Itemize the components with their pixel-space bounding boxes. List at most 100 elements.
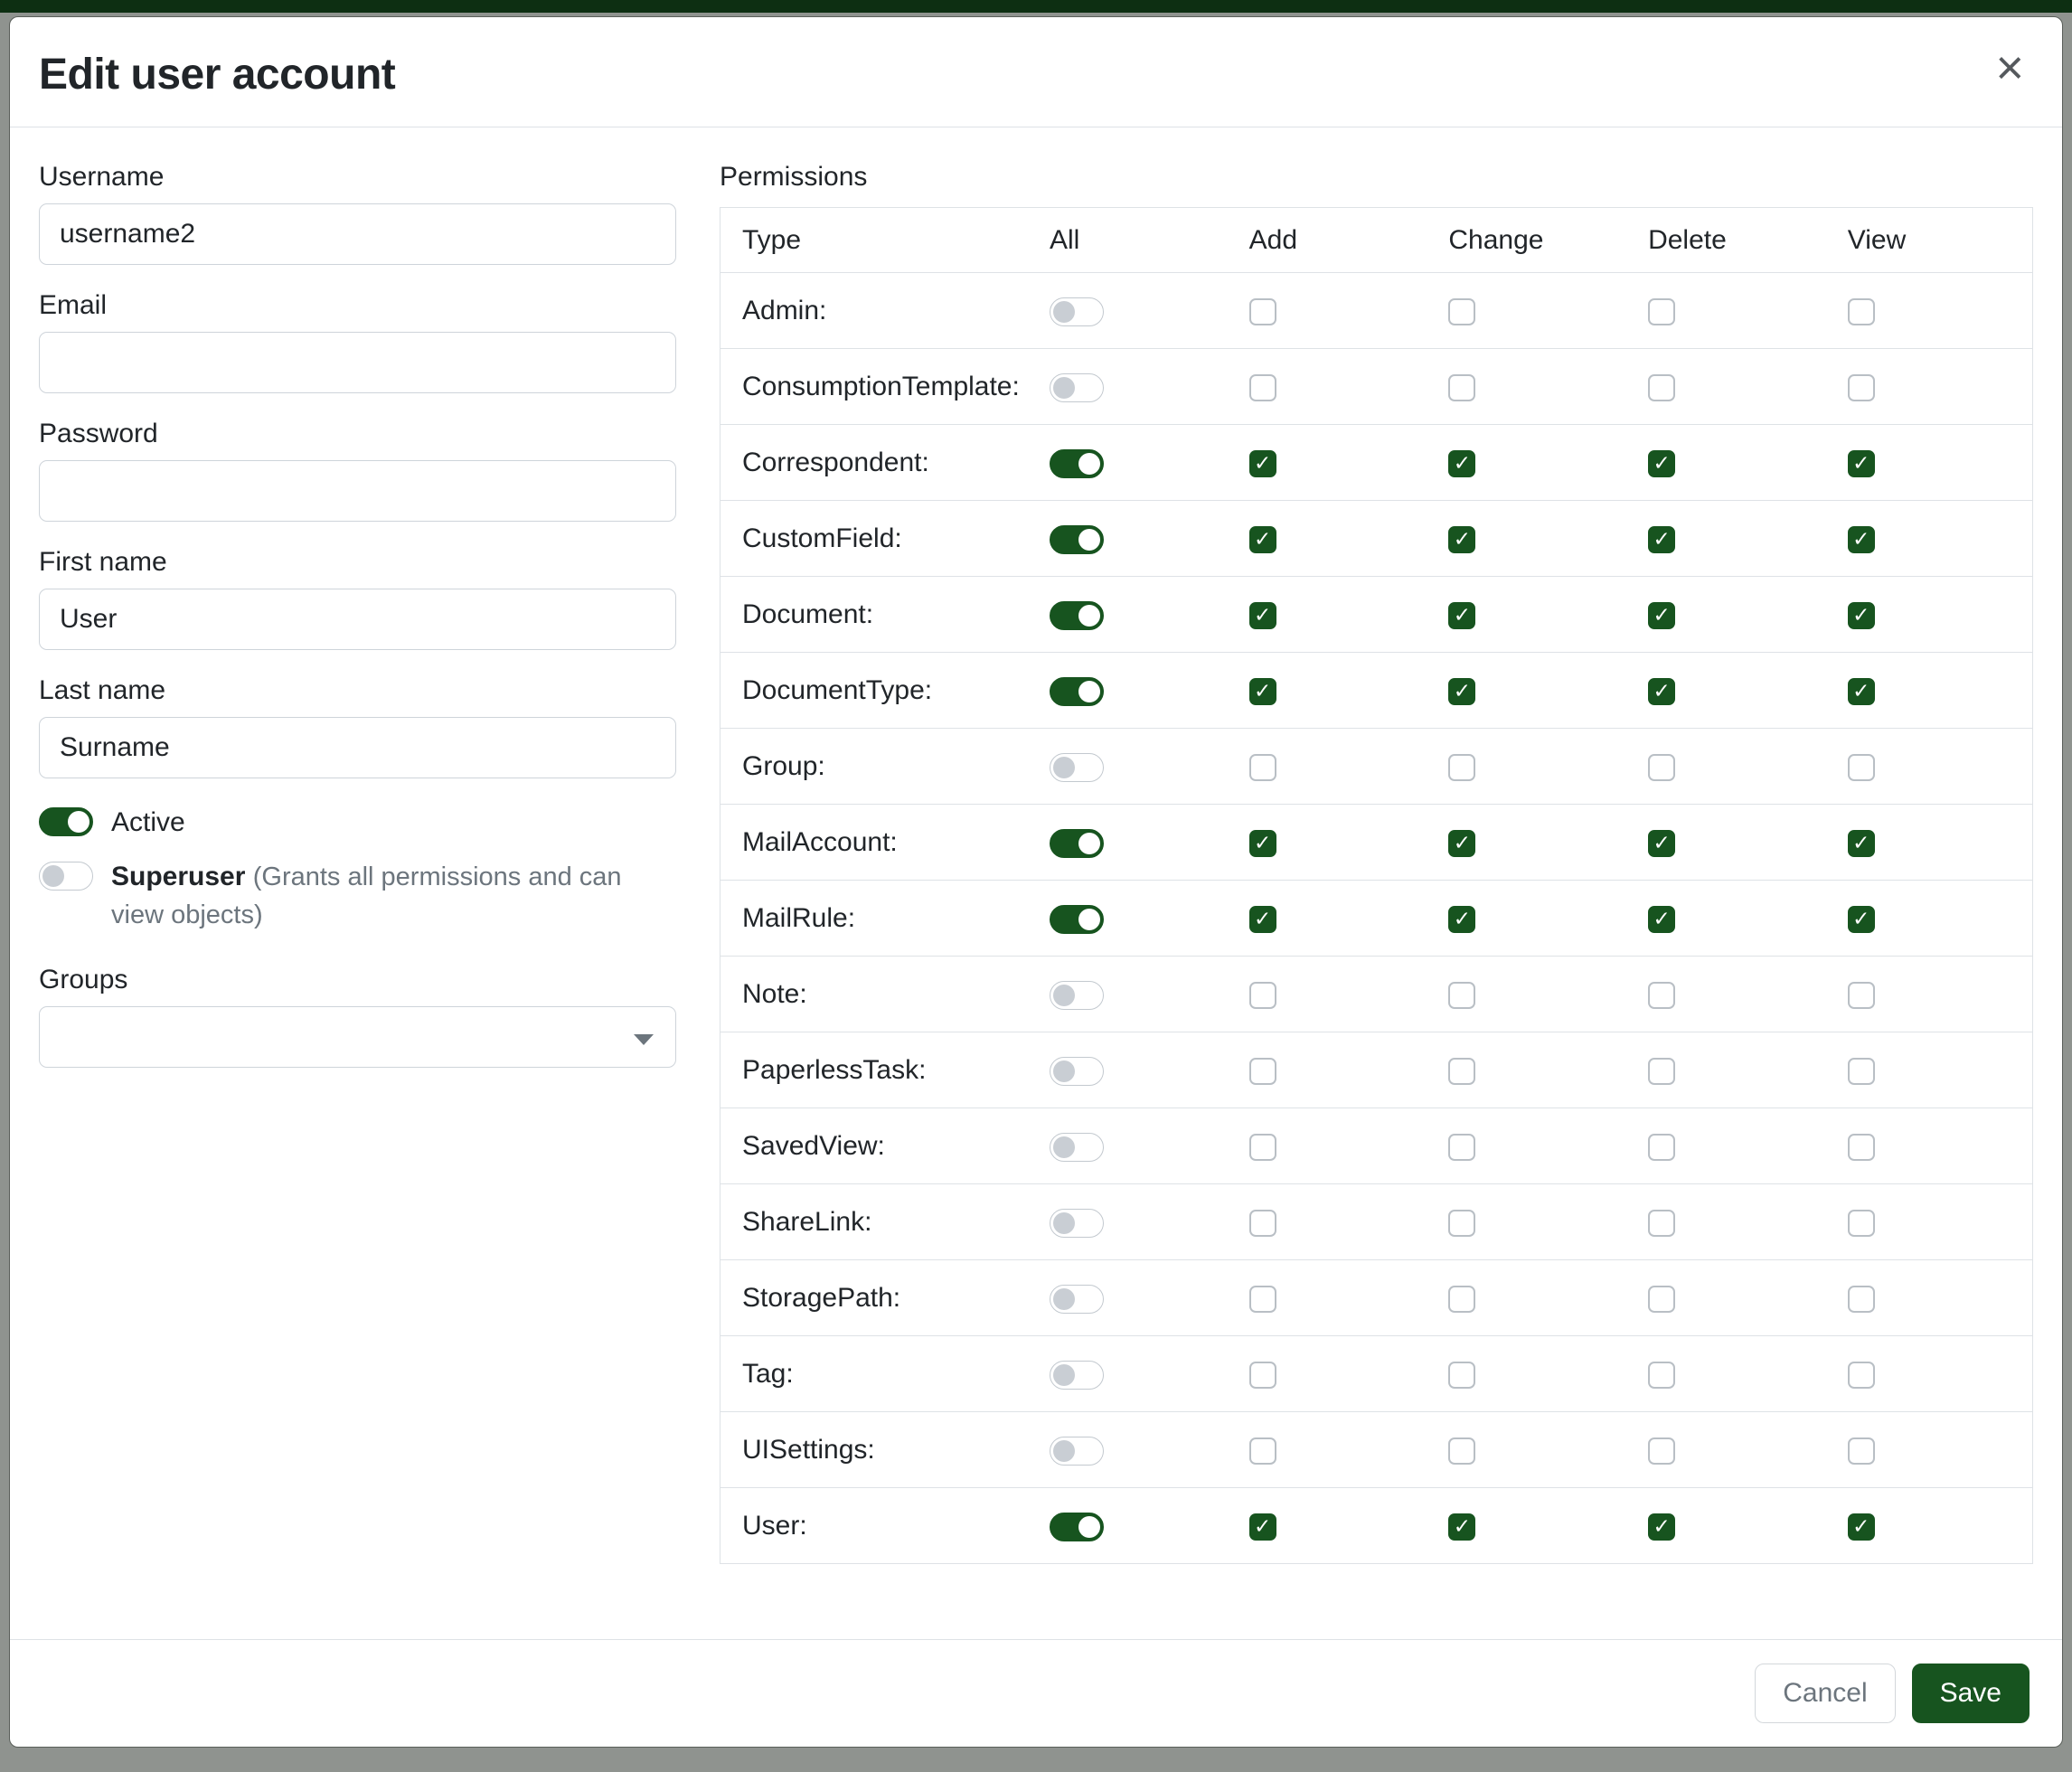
permission-row: Correspondent: <box>720 425 2033 501</box>
permission-add-checkbox[interactable] <box>1249 1058 1276 1085</box>
permission-change-checkbox[interactable] <box>1448 1134 1475 1161</box>
permission-all-toggle[interactable] <box>1050 1285 1104 1314</box>
permission-view-checkbox[interactable] <box>1848 450 1875 477</box>
permission-change-checkbox[interactable] <box>1448 526 1475 553</box>
superuser-toggle[interactable] <box>39 862 93 891</box>
groups-select[interactable] <box>39 1006 676 1068</box>
permission-delete-checkbox[interactable] <box>1648 1134 1675 1161</box>
permission-view-checkbox[interactable] <box>1848 1513 1875 1541</box>
permission-add-checkbox[interactable] <box>1249 602 1276 629</box>
permission-view-checkbox[interactable] <box>1848 298 1875 325</box>
permission-delete-checkbox[interactable] <box>1648 1058 1675 1085</box>
save-button[interactable]: Save <box>1912 1664 2030 1723</box>
permission-delete-checkbox[interactable] <box>1648 298 1675 325</box>
permission-all-toggle[interactable] <box>1050 1209 1104 1238</box>
permission-delete-checkbox[interactable] <box>1648 1437 1675 1465</box>
permission-delete-checkbox[interactable] <box>1648 678 1675 705</box>
permission-delete-checkbox[interactable] <box>1648 1210 1675 1237</box>
dialog-body: Username Email Password First name Last … <box>10 127 2062 1639</box>
permission-all-toggle[interactable] <box>1050 449 1104 478</box>
permission-all-toggle[interactable] <box>1050 525 1104 554</box>
permission-add-checkbox[interactable] <box>1249 1362 1276 1389</box>
permission-change-checkbox[interactable] <box>1448 906 1475 933</box>
permission-change-checkbox[interactable] <box>1448 678 1475 705</box>
permission-add-checkbox[interactable] <box>1249 982 1276 1009</box>
permission-view-checkbox[interactable] <box>1848 526 1875 553</box>
permission-view-checkbox[interactable] <box>1848 982 1875 1009</box>
permission-view-checkbox[interactable] <box>1848 374 1875 401</box>
permission-add-checkbox[interactable] <box>1249 298 1276 325</box>
permission-add-checkbox[interactable] <box>1249 1134 1276 1161</box>
permission-row: ShareLink: <box>720 1184 2033 1260</box>
first-name-field[interactable] <box>39 589 676 650</box>
permission-view-checkbox[interactable] <box>1848 906 1875 933</box>
permission-change-checkbox[interactable] <box>1448 754 1475 781</box>
permission-add-checkbox[interactable] <box>1249 1437 1276 1465</box>
permission-change-checkbox[interactable] <box>1448 1437 1475 1465</box>
permission-type-label: CustomField: <box>720 501 1035 577</box>
permission-view-checkbox[interactable] <box>1848 830 1875 857</box>
permission-delete-checkbox[interactable] <box>1648 1286 1675 1313</box>
permission-delete-checkbox[interactable] <box>1648 374 1675 401</box>
permission-delete-checkbox[interactable] <box>1648 526 1675 553</box>
permission-all-toggle[interactable] <box>1050 1057 1104 1086</box>
permission-delete-checkbox[interactable] <box>1648 602 1675 629</box>
permission-change-checkbox[interactable] <box>1448 1210 1475 1237</box>
active-toggle[interactable] <box>39 807 93 836</box>
permission-delete-checkbox[interactable] <box>1648 906 1675 933</box>
permission-all-toggle[interactable] <box>1050 601 1104 630</box>
permission-change-checkbox[interactable] <box>1448 450 1475 477</box>
permission-all-toggle[interactable] <box>1050 1513 1104 1541</box>
permission-delete-checkbox[interactable] <box>1648 754 1675 781</box>
permission-all-toggle[interactable] <box>1050 753 1104 782</box>
permission-view-checkbox[interactable] <box>1848 1362 1875 1389</box>
permission-view-checkbox[interactable] <box>1848 1210 1875 1237</box>
permission-change-checkbox[interactable] <box>1448 1286 1475 1313</box>
permission-add-checkbox[interactable] <box>1249 526 1276 553</box>
permission-add-checkbox[interactable] <box>1249 374 1276 401</box>
cancel-button[interactable]: Cancel <box>1755 1664 1895 1723</box>
permission-add-checkbox[interactable] <box>1249 678 1276 705</box>
permission-change-checkbox[interactable] <box>1448 830 1475 857</box>
permission-change-checkbox[interactable] <box>1448 602 1475 629</box>
permission-all-toggle[interactable] <box>1050 905 1104 934</box>
permission-change-checkbox[interactable] <box>1448 1058 1475 1085</box>
email-field[interactable] <box>39 332 676 393</box>
permission-change-checkbox[interactable] <box>1448 1362 1475 1389</box>
permission-delete-checkbox[interactable] <box>1648 982 1675 1009</box>
permission-view-checkbox[interactable] <box>1848 1286 1875 1313</box>
permission-all-toggle[interactable] <box>1050 1133 1104 1162</box>
permission-all-toggle[interactable] <box>1050 829 1104 858</box>
permission-all-toggle[interactable] <box>1050 297 1104 326</box>
permission-delete-checkbox[interactable] <box>1648 830 1675 857</box>
permission-change-checkbox[interactable] <box>1448 298 1475 325</box>
permission-all-toggle[interactable] <box>1050 1361 1104 1390</box>
permission-add-checkbox[interactable] <box>1249 754 1276 781</box>
permission-all-toggle[interactable] <box>1050 677 1104 706</box>
close-icon[interactable]: × <box>1990 50 2030 86</box>
permission-add-checkbox[interactable] <box>1249 906 1276 933</box>
permission-view-checkbox[interactable] <box>1848 602 1875 629</box>
permission-view-checkbox[interactable] <box>1848 754 1875 781</box>
last-name-field[interactable] <box>39 717 676 778</box>
password-field[interactable] <box>39 460 676 522</box>
permission-all-toggle[interactable] <box>1050 373 1104 402</box>
permission-add-checkbox[interactable] <box>1249 1210 1276 1237</box>
permission-delete-checkbox[interactable] <box>1648 450 1675 477</box>
permission-delete-checkbox[interactable] <box>1648 1362 1675 1389</box>
permission-add-checkbox[interactable] <box>1249 830 1276 857</box>
username-input[interactable] <box>39 203 676 265</box>
permission-all-toggle[interactable] <box>1050 1437 1104 1466</box>
permission-change-checkbox[interactable] <box>1448 982 1475 1009</box>
permission-view-checkbox[interactable] <box>1848 1058 1875 1085</box>
permission-view-checkbox[interactable] <box>1848 1437 1875 1465</box>
permission-add-checkbox[interactable] <box>1249 1513 1276 1541</box>
permission-view-checkbox[interactable] <box>1848 678 1875 705</box>
permission-change-checkbox[interactable] <box>1448 1513 1475 1541</box>
permission-change-checkbox[interactable] <box>1448 374 1475 401</box>
permission-delete-checkbox[interactable] <box>1648 1513 1675 1541</box>
permission-add-checkbox[interactable] <box>1249 450 1276 477</box>
permission-view-checkbox[interactable] <box>1848 1134 1875 1161</box>
permission-all-toggle[interactable] <box>1050 981 1104 1010</box>
permission-add-checkbox[interactable] <box>1249 1286 1276 1313</box>
